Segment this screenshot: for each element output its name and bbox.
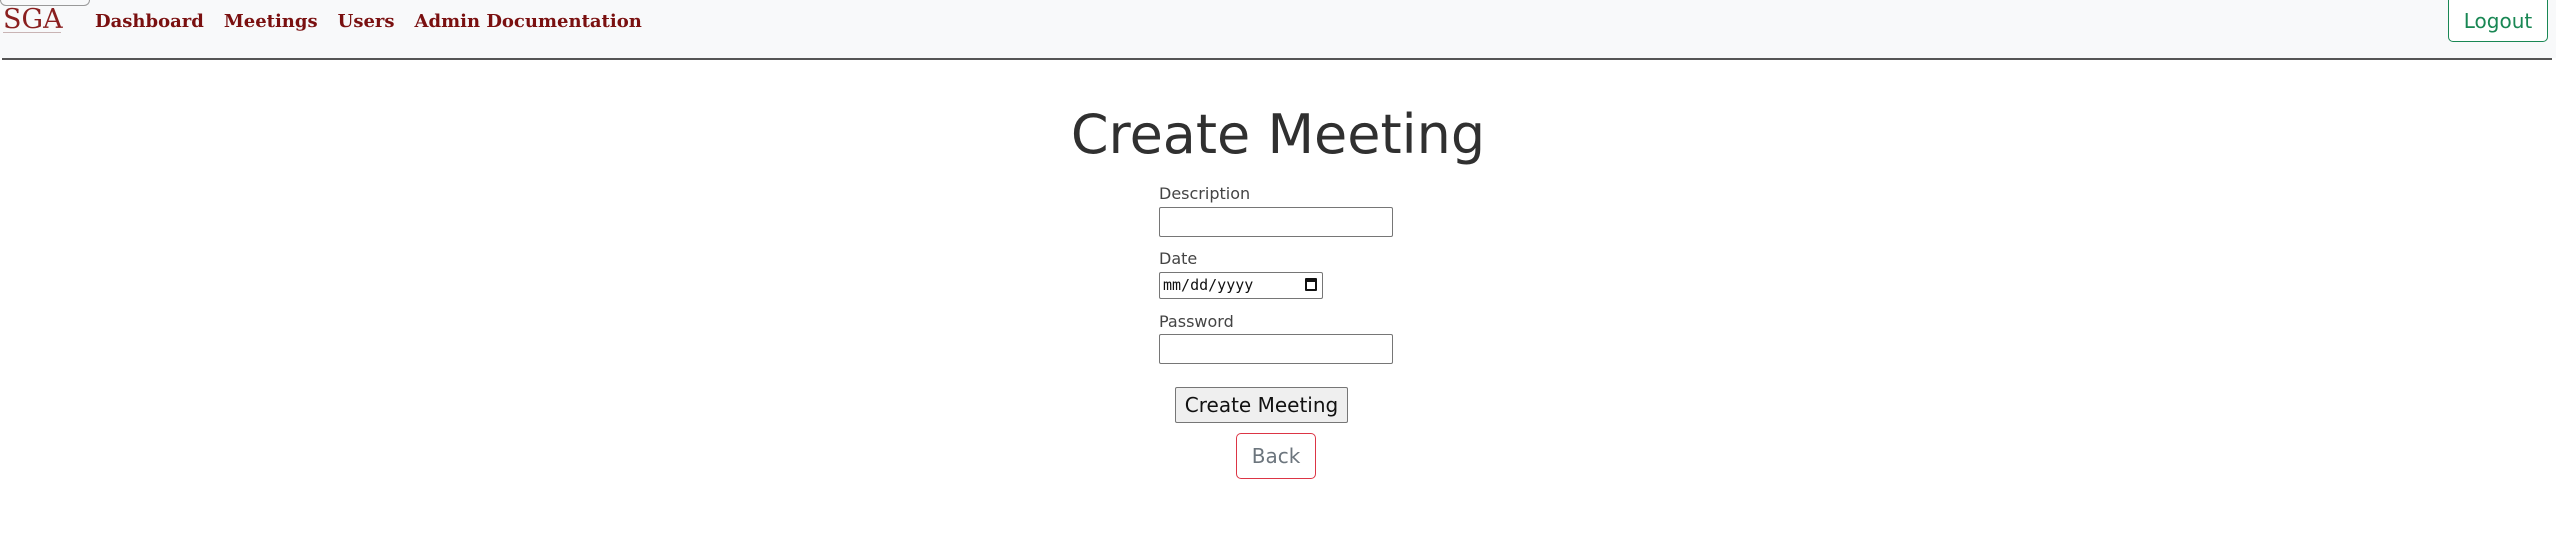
nav-links: Dashboard Meetings Users Admin Documenta… bbox=[95, 8, 642, 36]
description-input[interactable] bbox=[1159, 207, 1393, 237]
date-input[interactable]: mm/dd/yyyy bbox=[1159, 272, 1323, 299]
date-label: Date bbox=[1159, 249, 1198, 268]
logout-button[interactable]: Logout bbox=[2448, 0, 2548, 42]
brand-underline bbox=[3, 32, 61, 33]
top-navbar: SGA Dashboard Meetings Users Admin Docum… bbox=[0, 0, 2556, 58]
nav-link-admin-documentation[interactable]: Admin Documentation bbox=[415, 8, 642, 36]
create-meeting-button[interactable]: Create Meeting bbox=[1175, 387, 1348, 423]
nav-link-meetings[interactable]: Meetings bbox=[224, 8, 318, 36]
navbar-divider bbox=[2, 58, 2552, 60]
password-input[interactable] bbox=[1159, 334, 1393, 364]
date-input-text: mm/dd/yyyy bbox=[1163, 276, 1254, 294]
password-label: Password bbox=[1159, 312, 1234, 331]
calendar-icon[interactable] bbox=[1305, 278, 1317, 291]
description-label: Description bbox=[1159, 184, 1251, 203]
nav-link-users[interactable]: Users bbox=[338, 8, 395, 36]
page-title: Create Meeting bbox=[1070, 103, 1486, 166]
back-button[interactable]: Back bbox=[1236, 433, 1316, 479]
nav-link-dashboard[interactable]: Dashboard bbox=[95, 8, 204, 36]
